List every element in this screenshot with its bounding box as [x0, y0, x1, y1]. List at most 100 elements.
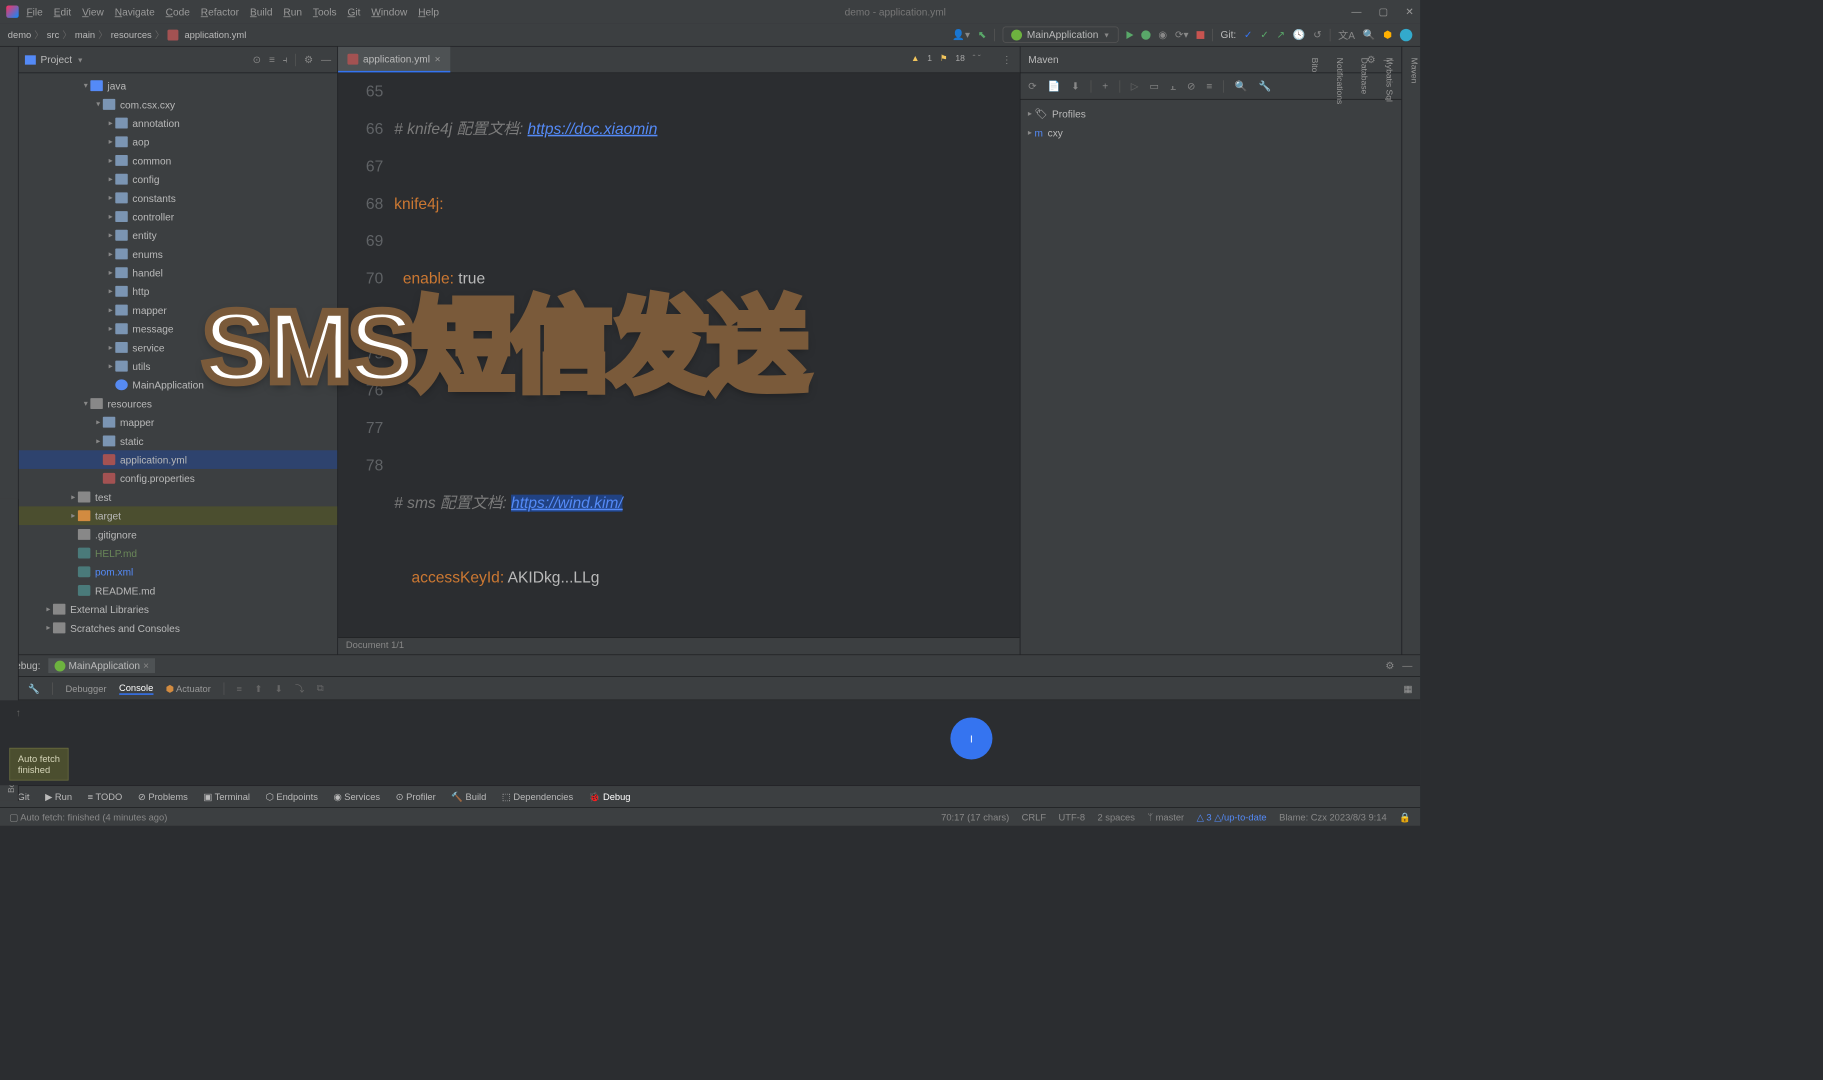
dependencies-icon[interactable]: 🔍	[1235, 80, 1248, 92]
tree-node[interactable]: ▸constants	[19, 189, 338, 208]
strip-database[interactable]: Database	[1358, 55, 1370, 655]
tree-node[interactable]: ▸message	[19, 319, 338, 338]
git-commit-icon[interactable]: ✓	[1260, 28, 1268, 40]
debug-icon[interactable]	[1141, 30, 1150, 39]
tree-node[interactable]: ▸handel	[19, 263, 338, 282]
expand-all-icon[interactable]: ≡	[269, 53, 275, 65]
tree-node[interactable]: ▸enums	[19, 245, 338, 264]
tree-node[interactable]: ▸aop	[19, 132, 338, 151]
scroll-up-icon[interactable]: ↑	[16, 707, 21, 719]
tree-node[interactable]: ▸mapper	[19, 413, 338, 432]
tree-node[interactable]: ▸test	[19, 488, 338, 507]
tree-node[interactable]: ▸mapper	[19, 301, 338, 320]
breadcrumb-item[interactable]: main	[75, 29, 95, 40]
url-link[interactable]: https://wind.kim/	[511, 495, 623, 512]
breadcrumb-item[interactable]: application.yml	[184, 29, 246, 40]
step-over-icon[interactable]: ≡	[237, 683, 242, 694]
project-tree[interactable]: ▾java▾com.csx.cxy▸annotation▸aop▸common▸…	[19, 73, 338, 654]
tree-node[interactable]: HELP.md	[19, 544, 338, 563]
menu-tools[interactable]: Tools	[313, 6, 337, 18]
menu-file[interactable]: File	[26, 6, 42, 18]
breadcrumb-item[interactable]: resources	[111, 29, 152, 40]
caret-position[interactable]: 70:17 (17 chars)	[941, 811, 1009, 822]
tab-debugger[interactable]: Debugger	[65, 683, 106, 694]
menu-refactor[interactable]: Refactor	[201, 6, 239, 18]
strip-maven[interactable]: Maven	[1408, 55, 1420, 655]
run-to-cursor-icon[interactable]: ⤵	[295, 682, 304, 695]
gear-icon[interactable]: ⚙	[1385, 659, 1394, 671]
tree-node[interactable]: ▾com.csx.cxy	[19, 95, 338, 114]
git-history-icon[interactable]: 🕓	[1293, 28, 1306, 40]
profile-icon[interactable]: ⟳▾	[1175, 28, 1189, 40]
tabs-more-icon[interactable]: ⋮	[1002, 53, 1012, 65]
git-update-icon[interactable]: ✓	[1244, 28, 1252, 40]
bottom-dependencies[interactable]: ⬚ Dependencies	[502, 791, 573, 802]
tree-node[interactable]: .gitignore	[19, 525, 338, 544]
tree-node[interactable]: ▾resources	[19, 394, 338, 413]
avatar-icon[interactable]	[1400, 28, 1412, 40]
debug-config-tab[interactable]: MainApplication ×	[48, 658, 155, 673]
toggle-icon[interactable]: ⫠	[1170, 80, 1176, 92]
bottom-run[interactable]: ▶ Run	[45, 791, 72, 802]
menu-window[interactable]: Window	[371, 6, 407, 18]
git-push-icon[interactable]: ↗	[1277, 28, 1285, 40]
evaluate-icon[interactable]: ⧉	[317, 682, 324, 694]
menu-view[interactable]: View	[82, 6, 104, 18]
strip-mybatis-sql[interactable]: Mybatis Sql	[1383, 55, 1395, 655]
tree-node[interactable]: ▸config	[19, 170, 338, 189]
lock-icon[interactable]: 🔒	[1399, 811, 1411, 822]
menu-code[interactable]: Code	[166, 6, 190, 18]
bottom-build[interactable]: 🔨 Build	[451, 791, 486, 802]
translate-icon[interactable]: 文A	[1338, 27, 1355, 42]
hide-icon[interactable]: —	[321, 53, 331, 65]
bottom-profiler[interactable]: ⊙ Profiler	[396, 791, 436, 802]
breadcrumb-item[interactable]: src	[47, 29, 59, 40]
close-icon[interactable]: ✕	[1405, 5, 1413, 17]
url-link[interactable]: https://doc.xiaomin	[528, 121, 658, 138]
stop-icon[interactable]	[1196, 31, 1204, 39]
tab-console[interactable]: Console	[119, 682, 153, 694]
tree-node[interactable]: ▸http	[19, 282, 338, 301]
bottom-debug[interactable]: 🐞 Debug	[589, 791, 631, 802]
tree-node[interactable]: ▸common	[19, 151, 338, 170]
tree-node[interactable]: ▸annotation	[19, 114, 338, 133]
collapse-all-icon[interactable]: ⫞	[283, 53, 288, 65]
tree-node[interactable]: ▸static	[19, 432, 338, 451]
git-branch[interactable]: ᛘ master	[1147, 811, 1184, 822]
inspection-widget[interactable]: ▲1 ⚑18 ˆ ˇ	[911, 53, 981, 63]
menu-git[interactable]: Git	[347, 6, 360, 18]
strip-notifications[interactable]: Notifications	[1333, 55, 1345, 655]
line-ending[interactable]: CRLF	[1022, 811, 1046, 822]
tab-close-icon[interactable]: ×	[435, 53, 441, 65]
skip-tests-icon[interactable]: ⊘	[1187, 80, 1195, 92]
run-config[interactable]: MainApplication ▼	[1003, 26, 1119, 42]
menu-build[interactable]: Build	[250, 6, 273, 18]
step-out-icon[interactable]: ⬇	[275, 683, 283, 694]
tree-node[interactable]: ▸controller	[19, 207, 338, 226]
add-icon[interactable]: +	[1102, 80, 1108, 92]
tree-node[interactable]: pom.xml	[19, 562, 338, 581]
tree-node[interactable]: ▸entity	[19, 226, 338, 245]
tree-node[interactable]: ▸Scratches and Consoles	[19, 619, 338, 638]
encoding[interactable]: UTF-8	[1059, 811, 1085, 822]
menu-help[interactable]: Help	[418, 6, 439, 18]
maximize-icon[interactable]: ▢	[1379, 5, 1389, 17]
hide-icon[interactable]: —	[1402, 659, 1412, 671]
menu-navigate[interactable]: Navigate	[115, 6, 155, 18]
execute-icon[interactable]: ▭	[1149, 80, 1159, 92]
strip-bito[interactable]: Bito	[1308, 55, 1320, 655]
tree-node[interactable]: README.md	[19, 581, 338, 600]
tree-node[interactable]: config.properties	[19, 469, 338, 488]
tree-node[interactable]: ▸utils	[19, 357, 338, 376]
project-title[interactable]: Project ▼	[25, 54, 84, 66]
step-into-icon[interactable]: ⬆	[254, 683, 262, 694]
bottom-problems[interactable]: ⊘ Problems	[138, 791, 188, 802]
tree-node[interactable]: ▸service	[19, 338, 338, 357]
breadcrumb-item[interactable]: demo	[8, 29, 31, 40]
hammer-icon[interactable]: ⬉	[978, 28, 986, 40]
layout-icon[interactable]: ▦	[1403, 683, 1412, 694]
blame[interactable]: Blame: Czx 2023/8/3 9:14	[1279, 811, 1387, 822]
run-icon[interactable]	[1126, 31, 1133, 39]
code-area[interactable]: 6566676869707475767778 # knife4j 配置文档: h…	[338, 73, 1020, 637]
gear-icon[interactable]: ⚙	[304, 53, 313, 65]
